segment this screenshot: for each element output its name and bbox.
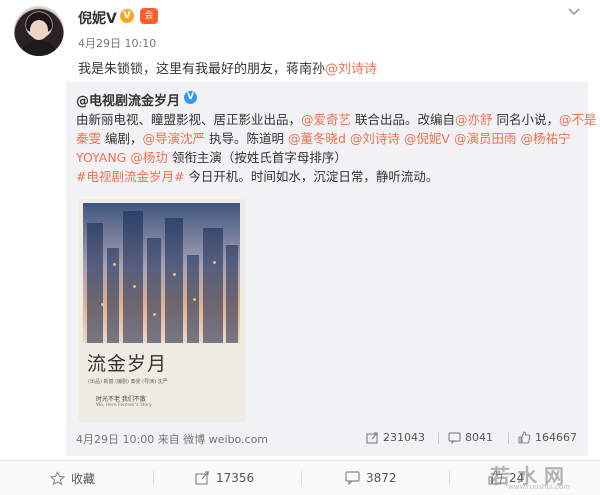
post-text: 我是朱锁锁，这里有我最好的朋友，蒋南孙@刘诗诗 xyxy=(78,58,377,77)
thumbs-up-icon xyxy=(518,431,531,444)
poster-tagline: 时光不老 我们不散 xyxy=(96,396,146,403)
poster-title: 流金岁月 xyxy=(87,353,168,375)
post-timestamp[interactable]: 4月29日 10:10 xyxy=(78,35,156,51)
mention-link[interactable]: @杨祐宁 xyxy=(520,131,570,146)
mention-link[interactable]: @亦舒 xyxy=(455,112,493,127)
mention-link[interactable]: 秦雯 xyxy=(76,131,101,146)
poster-image[interactable]: 流金岁月 (出品) 新丽 (编剧) 秦雯 (导演) 沈严 时光不老 我们不散 W… xyxy=(78,199,245,422)
comment-count-stat[interactable]: 8041 xyxy=(448,431,493,444)
comment-button[interactable]: 3872 xyxy=(345,470,397,485)
repost-body-text: 联合出品。改编自 xyxy=(351,112,456,127)
repost-body: 由新丽电视、瞳盟影视、居正影业出品，@爱奇艺 联合出品。改编自@亦舒 同名小说，… xyxy=(76,110,597,186)
watermark-url: www.ruoshui.com xyxy=(508,483,570,491)
favorite-button[interactable]: 收藏 xyxy=(50,470,95,487)
repost-body-line: YOYANG @杨玏 领衔主演（按姓氏首字母排序） xyxy=(76,148,582,167)
like-count-stat[interactable]: 164667 xyxy=(518,431,577,444)
repost-body-text: 领衔主演（按姓氏首字母排序） xyxy=(167,150,347,165)
repost-icon xyxy=(195,471,209,485)
repost-body-text: 由新丽电视、瞳盟影视、居正影业出品， xyxy=(76,112,302,127)
hashtag-link[interactable]: #电视剧流金岁月# xyxy=(76,169,184,184)
mention-link[interactable]: @导演沈严 xyxy=(143,131,206,146)
member-badge-icon[interactable]: 会 xyxy=(140,8,158,24)
favorite-label: 收藏 xyxy=(71,472,96,486)
repost-count: 231043 xyxy=(383,431,425,444)
poster-cityscape xyxy=(83,203,240,343)
mention-link[interactable]: @演员田雨 xyxy=(454,131,517,146)
username[interactable]: 倪妮V xyxy=(78,8,117,28)
vip-badge-icon: V xyxy=(120,9,134,23)
repost-action-count: 17356 xyxy=(216,470,255,485)
repost-body-text: 编剧， xyxy=(101,131,143,146)
weibo-post: 倪妮V V 会 4月29日 10:10 我是朱锁锁，这里有我最好的朋友，蒋南孙@… xyxy=(0,0,600,495)
comment-action-count: 3872 xyxy=(366,470,397,485)
comment-count: 8041 xyxy=(465,431,493,444)
repost-body-text: 执导。陈道明 xyxy=(205,131,288,146)
avatar[interactable] xyxy=(14,6,64,56)
verified-icon: V xyxy=(184,91,197,104)
mention-link[interactable]: @倪妮V xyxy=(404,131,450,146)
comment-icon xyxy=(345,471,360,485)
poster-credits: (出品) 新丽 (编剧) 秦雯 (导演) 沈严 xyxy=(88,379,168,385)
mention-link[interactable]: @董冬晓d xyxy=(288,131,346,146)
chevron-down-icon[interactable] xyxy=(566,6,582,18)
mention-link[interactable]: @爱奇艺 xyxy=(301,112,351,127)
mention-link[interactable]: YOYANG xyxy=(76,150,126,165)
repost-footer-time[interactable]: 4月29日 10:00 来自 微博 weibo.com xyxy=(76,431,268,447)
poster-subtag: We, Here Forever's Story xyxy=(96,403,152,408)
like-count: 164667 xyxy=(535,431,577,444)
post-text-body: 我是朱锁锁，这里有我最好的朋友，蒋南孙 xyxy=(78,62,326,77)
mention-link[interactable]: @杨玏 xyxy=(130,150,168,165)
mention-link[interactable]: @不是 xyxy=(559,112,597,127)
repost-icon xyxy=(366,432,378,444)
mention-link[interactable]: @刘诗诗 xyxy=(350,131,400,146)
repost-body-text: 同名小说， xyxy=(492,112,560,127)
mention-link[interactable]: @刘诗诗 xyxy=(325,62,377,77)
repost-card: @电视剧流金岁月 V 由新丽电视、瞳盟影视、居正影业出品，@爱奇艺 联合出品。改… xyxy=(66,82,597,456)
repost-count-stat[interactable]: 231043 xyxy=(366,431,425,444)
repost-body-line: 秦雯 编剧，@导演沈严 执导。陈道明 @董冬晓d @刘诗诗 @倪妮V @演员田雨… xyxy=(76,129,582,148)
star-icon xyxy=(50,471,65,486)
repost-body-line: 由新丽电视、瞳盟影视、居正影业出品，@爱奇艺 联合出品。改编自@亦舒 同名小说，… xyxy=(76,110,597,129)
repost-button[interactable]: 17356 xyxy=(195,470,254,485)
repost-body-text: 今日开机。时间如水，沉淀日常，静听流动。 xyxy=(184,169,439,184)
repost-body-line: #电视剧流金岁月# 今日开机。时间如水，沉淀日常，静听流动。 xyxy=(76,167,582,186)
comment-icon xyxy=(448,432,461,444)
repost-author[interactable]: @电视剧流金岁月 xyxy=(76,90,180,109)
